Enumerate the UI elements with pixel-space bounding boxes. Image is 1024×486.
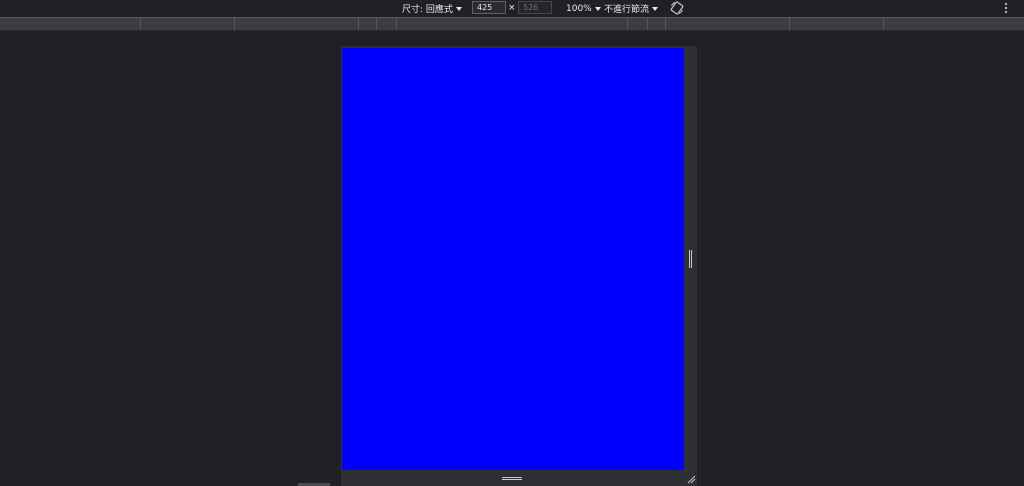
media-query-segment[interactable] [666, 18, 790, 30]
dimensions-label: 尺寸: 回應式 [402, 5, 453, 15]
chevron-down-icon [652, 6, 659, 11]
dimensions-dropdown[interactable]: 尺寸: 回應式 [402, 0, 462, 17]
media-query-segment[interactable] [628, 18, 648, 30]
height-input[interactable] [518, 1, 552, 14]
width-input[interactable] [472, 1, 506, 14]
media-query-segment[interactable] [235, 18, 359, 30]
throttling-label: 不進行節流 [604, 5, 650, 15]
rotate-icon[interactable] [670, 1, 684, 15]
resize-handle-right[interactable] [688, 250, 693, 268]
media-query-segment[interactable] [884, 18, 1024, 30]
media-query-segment[interactable] [377, 18, 397, 30]
media-query-segment[interactable] [141, 18, 235, 30]
media-query-segment[interactable] [0, 18, 141, 30]
times-separator: × [508, 3, 516, 13]
media-query-segment[interactable] [359, 18, 377, 30]
media-query-segment[interactable] [397, 18, 628, 30]
media-query-bar [0, 17, 1024, 31]
chevron-down-icon [594, 6, 601, 11]
media-query-segment[interactable] [790, 18, 884, 30]
resize-handle-bottom[interactable] [502, 476, 522, 481]
kebab-menu-icon[interactable] [1003, 1, 1009, 15]
throttling-dropdown[interactable]: 不進行節流 [604, 0, 659, 17]
media-query-segment[interactable] [648, 18, 666, 30]
page-viewport[interactable] [342, 48, 684, 470]
zoom-dropdown[interactable]: 100% [566, 0, 601, 17]
device-toolbar: 尺寸: 回應式 × 100% 不進行節流 [0, 0, 1024, 17]
resize-corner-icon[interactable] [686, 474, 696, 484]
chevron-down-icon [455, 6, 462, 11]
zoom-label: 100% [566, 3, 592, 14]
